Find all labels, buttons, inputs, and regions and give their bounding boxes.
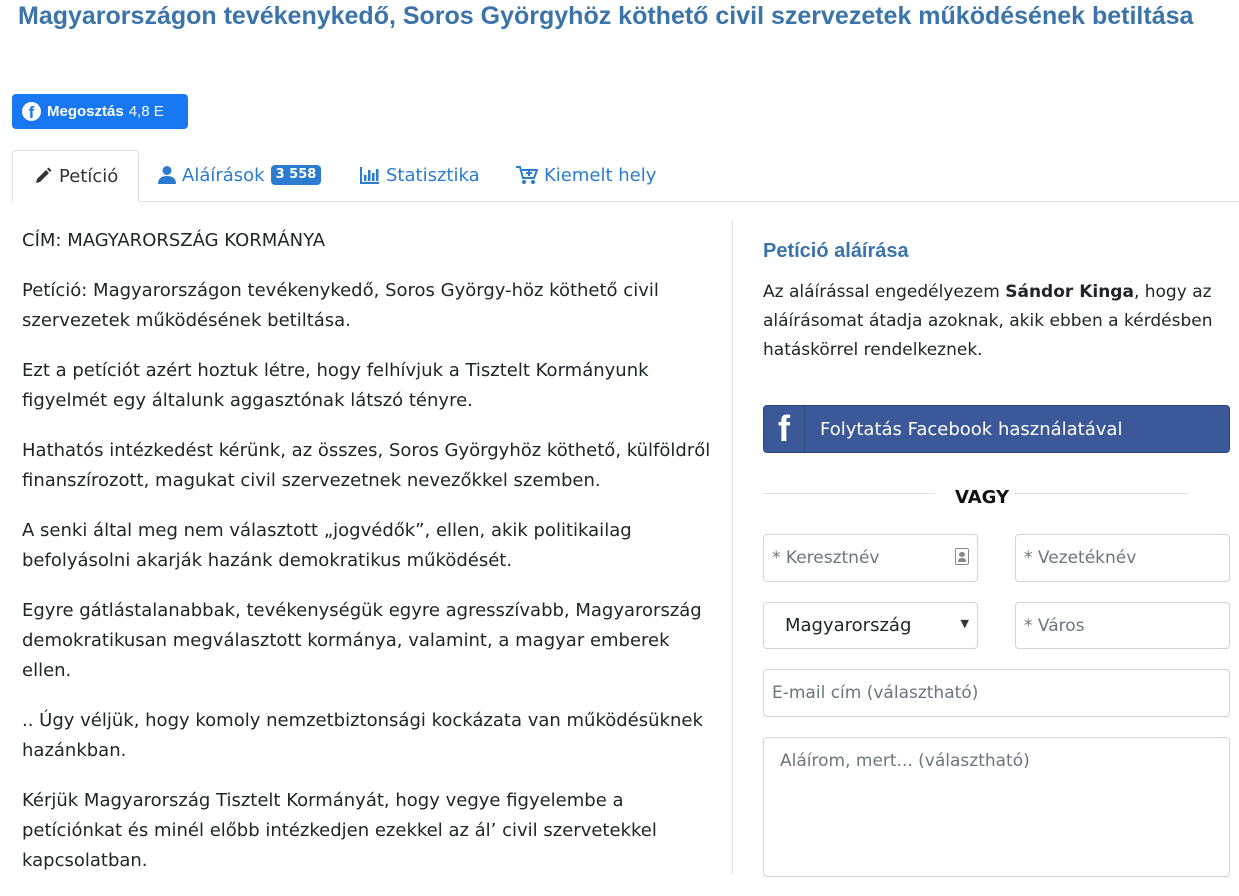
tab-signatures[interactable]: Aláírások 3 558 [158, 150, 322, 200]
share-label: Megosztás [47, 103, 124, 120]
tab-featured[interactable]: Kiemelt hely [516, 150, 656, 200]
country-select-value: Magyarország [785, 615, 912, 636]
country-select[interactable]: Magyarország ▼ [763, 602, 978, 649]
cart-plus-icon [516, 166, 538, 184]
petition-paragraph: Ezt a petíciót azért hoztuk létre, hogy … [22, 360, 649, 411]
petition-paragraph: CÍM: MAGYARORSZÁG KORMÁNYA [22, 230, 326, 251]
tab-petition-label: Petíció [59, 165, 119, 187]
petition-paragraph: Hathatós intézkedést kérünk, az összes, … [22, 440, 711, 491]
page-title: Magyarországon tevékenykedő, Soros Györg… [18, 2, 1194, 30]
petition-paragraph: .. Úgy véljük, hogy komoly nemzetbiztons… [22, 710, 703, 761]
facebook-icon: f [22, 102, 41, 121]
caret-down-icon: ▼ [960, 617, 969, 630]
share-count: 4,8 E [128, 103, 164, 120]
petition-paragraph: Petíció: Magyarországon tevékenykedő, So… [22, 280, 659, 331]
or-divider-left [763, 493, 935, 494]
user-icon [158, 166, 176, 184]
facebook-login-button[interactable]: f Folytatás Facebook használatával [763, 405, 1230, 453]
tab-statistics-label: Statisztika [386, 164, 480, 186]
petition-paragraph: A senki által meg nem választott „jogvéd… [22, 520, 632, 571]
facebook-share-button[interactable]: f Megosztás 4,8 E [12, 94, 188, 129]
petition-author: Sándor Kinga [1005, 282, 1134, 302]
city-input[interactable] [1015, 602, 1230, 649]
comment-textarea[interactable] [763, 737, 1230, 877]
consent-text-start: Az aláírással engedélyezem [763, 282, 1006, 302]
bar-chart-icon [360, 167, 379, 184]
column-divider [732, 220, 733, 874]
tab-featured-label: Kiemelt hely [544, 164, 657, 186]
contact-card-icon [955, 548, 969, 565]
facebook-icon: f [764, 406, 805, 452]
email-input[interactable] [763, 669, 1230, 717]
signature-count-badge: 3 558 [270, 165, 322, 185]
tab-petition[interactable]: Petíció [12, 150, 140, 202]
pencil-icon [36, 167, 52, 183]
petition-paragraph: Egyre gátlástalanabbak, tevékenységük eg… [22, 600, 702, 681]
tab-signatures-label: Aláírások [182, 164, 265, 186]
first-name-input[interactable] [763, 534, 978, 582]
or-label: VAGY [955, 487, 1010, 508]
petition-text: CÍM: MAGYARORSZÁG KORMÁNYA Petíció: Magy… [22, 226, 712, 896]
petition-paragraph: Kérjük Magyarország Tisztelt Kormányát, … [22, 790, 657, 871]
or-divider-right [1014, 493, 1188, 494]
sign-title: Petíció aláírása [763, 240, 909, 262]
sign-consent-text: Az aláírással engedélyezem Sándor Kinga,… [763, 278, 1233, 365]
last-name-input[interactable] [1015, 534, 1230, 582]
tab-statistics[interactable]: Statisztika [360, 150, 480, 200]
tab-bar: Petíció Aláírások 3 558 Statisztika Kiem… [12, 150, 1239, 202]
facebook-login-label: Folytatás Facebook használatával [820, 418, 1123, 440]
